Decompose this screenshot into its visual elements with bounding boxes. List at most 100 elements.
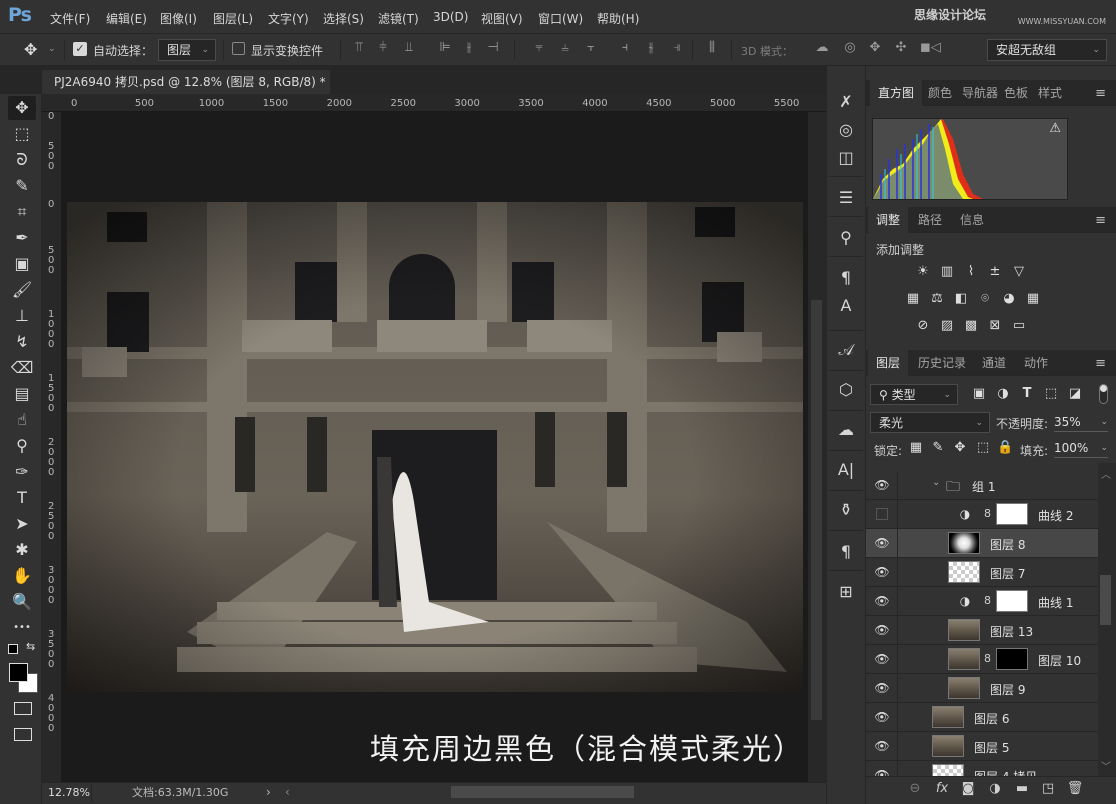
eye-icon[interactable]: 👁 bbox=[874, 623, 890, 637]
panel-menu-icon[interactable]: ≡ bbox=[1095, 356, 1106, 371]
link-icon[interactable]: 8 bbox=[984, 652, 992, 666]
properties-icon[interactable]: ☰ bbox=[833, 186, 859, 210]
3d-camera-icon[interactable]: ◼◁ bbox=[920, 41, 941, 55]
layer-name[interactable]: 曲线 1 bbox=[1038, 594, 1073, 611]
tab-channels[interactable]: 通道 bbox=[974, 350, 1014, 376]
color-balance-icon[interactable]: ⚖ bbox=[928, 291, 946, 307]
quick-select-tool[interactable]: ✎ bbox=[8, 174, 36, 198]
layer-row[interactable]: 👁↳图层 4 拷贝 bbox=[866, 761, 1098, 776]
menu-file[interactable]: 文件(F) bbox=[50, 10, 90, 27]
smudge-tool[interactable]: ☝ bbox=[8, 408, 36, 432]
layer-name[interactable]: 图层 9 bbox=[990, 681, 1025, 698]
layer-name[interactable]: 图层 8 bbox=[990, 536, 1025, 553]
layer-row[interactable]: 👁 图层 8 bbox=[866, 529, 1098, 558]
panel-menu-icon[interactable]: ≡ bbox=[1095, 213, 1106, 228]
levels-icon[interactable]: ▥ bbox=[938, 264, 956, 280]
delete-layer-icon[interactable]: 🗑 bbox=[1066, 780, 1084, 798]
align-vcenter-icon[interactable]: ⫩ bbox=[376, 41, 390, 55]
layer-row[interactable]: 👁 图层 7 bbox=[866, 558, 1098, 587]
layer-thumbnail[interactable] bbox=[948, 619, 980, 641]
layer-name[interactable]: 图层 13 bbox=[990, 623, 1033, 640]
tab-adjustments[interactable]: 调整 bbox=[868, 207, 909, 233]
link-layers-icon[interactable]: ⊖ bbox=[906, 780, 924, 798]
warning-icon[interactable]: ⚠ bbox=[1049, 121, 1061, 136]
chevron-down-icon[interactable]: ⌄ bbox=[932, 477, 940, 488]
healing-tool[interactable]: ▣ bbox=[8, 252, 36, 276]
3d-roll-icon[interactable]: ◎ bbox=[843, 41, 857, 55]
menu-3d[interactable]: 3D(D) bbox=[433, 10, 468, 24]
layer-name[interactable]: 组 1 bbox=[972, 478, 995, 495]
opacity-field[interactable]: 35% ⌄ bbox=[1054, 413, 1108, 432]
tab-histogram[interactable]: 直方图 bbox=[870, 80, 923, 106]
more-tools[interactable]: ••• bbox=[8, 616, 36, 640]
default-colors-icon[interactable] bbox=[8, 644, 18, 654]
eye-icon[interactable]: 👁 bbox=[874, 768, 890, 776]
layer-mask-thumbnail[interactable] bbox=[996, 648, 1028, 670]
layer-filter-dropdown[interactable]: ⚲ 类型 ⌄ bbox=[870, 384, 958, 405]
new-group-icon[interactable]: ▬ bbox=[1013, 780, 1031, 798]
new-adjustment-layer-icon[interactable]: ◑ bbox=[986, 780, 1004, 798]
workspace-dropdown[interactable]: 安超无敌组 ⌄ bbox=[987, 39, 1107, 61]
threshold-icon[interactable]: ▩ bbox=[962, 318, 980, 334]
layer-mask-thumbnail[interactable] bbox=[996, 503, 1028, 525]
marquee-tool[interactable]: ⬚ bbox=[8, 122, 36, 146]
show-transform-checkbox[interactable] bbox=[232, 42, 245, 55]
auto-select-target-dropdown[interactable]: 图层 ⌄ bbox=[158, 39, 216, 61]
paragraph-styles-icon[interactable]: ¶ bbox=[833, 266, 859, 290]
tab-actions[interactable]: 动作 bbox=[1016, 350, 1056, 376]
black-white-icon[interactable]: ◧ bbox=[952, 291, 970, 307]
fill-field[interactable]: 100% ⌄ bbox=[1054, 439, 1108, 458]
layer-thumbnail[interactable] bbox=[948, 677, 980, 699]
curves-icon[interactable]: ⌇ bbox=[962, 264, 980, 280]
menu-window[interactable]: 窗口(W) bbox=[538, 10, 583, 27]
clone-source-icon[interactable]: ◫ bbox=[833, 146, 859, 170]
menu-image[interactable]: 图像(I) bbox=[160, 10, 197, 27]
screen-mode-icon[interactable] bbox=[14, 728, 32, 741]
link-icon[interactable]: 8 bbox=[984, 507, 992, 521]
shape-tool[interactable]: ✱ bbox=[8, 538, 36, 562]
brush-tool[interactable]: 🖌 bbox=[8, 278, 36, 302]
eye-icon[interactable]: 👁 bbox=[874, 478, 890, 492]
layer-thumbnail[interactable] bbox=[948, 532, 980, 554]
visibility-toggle-off[interactable] bbox=[876, 508, 888, 520]
brush-settings-icon[interactable]: ◎ bbox=[833, 118, 859, 142]
3d-pan-icon[interactable]: ✥ bbox=[868, 41, 882, 55]
auto-align-icon[interactable]: ⫼ bbox=[705, 41, 719, 55]
align-bottom-icon[interactable]: ⫫ bbox=[402, 41, 416, 55]
add-mask-icon[interactable]: ◙ bbox=[959, 780, 977, 798]
lock-artboard-icon[interactable]: ⬚ bbox=[975, 440, 991, 456]
layer-name[interactable]: 图层 6 bbox=[974, 710, 1009, 727]
scroll-down-icon[interactable]: ﹀ bbox=[1101, 758, 1111, 773]
crop-tool[interactable]: ⌗ bbox=[8, 200, 36, 224]
zoom-level-field[interactable]: 12.78% bbox=[44, 784, 92, 802]
history-brush-tool[interactable]: ↯ bbox=[8, 330, 36, 354]
align-hcenter-icon[interactable]: ⫲ bbox=[462, 41, 476, 55]
pen-tool[interactable]: ✑ bbox=[8, 460, 36, 484]
type-tool[interactable]: T bbox=[8, 486, 36, 510]
distribute-vcenter-icon[interactable]: ⫨ bbox=[558, 41, 572, 55]
distribute-right-icon[interactable]: ⫣ bbox=[670, 41, 684, 55]
auto-select-checkbox[interactable]: ✓ bbox=[73, 42, 87, 56]
eye-icon[interactable]: 👁 bbox=[874, 710, 890, 724]
chevron-down-icon[interactable]: ⌄ bbox=[48, 44, 56, 54]
fx-icon[interactable]: fx bbox=[933, 780, 951, 798]
layer-mask-thumbnail[interactable] bbox=[996, 590, 1028, 612]
vibrance-icon[interactable]: ▽ bbox=[1010, 264, 1028, 280]
character-styles-icon[interactable]: A bbox=[833, 294, 859, 318]
layer-thumbnail[interactable] bbox=[932, 706, 964, 728]
layer-name[interactable]: 图层 5 bbox=[974, 739, 1009, 756]
canvas-vertical-scroll-thumb[interactable] bbox=[811, 300, 822, 720]
dodge-tool[interactable]: ⚲ bbox=[8, 434, 36, 458]
menu-help[interactable]: 帮助(H) bbox=[597, 10, 639, 27]
layer-name[interactable]: 图层 4 拷贝 bbox=[974, 768, 1037, 776]
eraser-tool[interactable]: ⌫ bbox=[8, 356, 36, 380]
lock-image-icon[interactable]: ✎ bbox=[930, 440, 946, 456]
layer-row[interactable]: 👁 图层 9 bbox=[866, 674, 1098, 703]
layer-row[interactable]: 👁 图层 5 bbox=[866, 732, 1098, 761]
filter-shape-icon[interactable]: ⬚ bbox=[1043, 386, 1059, 402]
tab-paths[interactable]: 路径 bbox=[910, 207, 950, 233]
distribute-top-icon[interactable]: ⫧ bbox=[532, 41, 546, 55]
tab-styles[interactable]: 样式 bbox=[1030, 80, 1070, 106]
link-icon[interactable]: 8 bbox=[984, 594, 992, 608]
eye-icon[interactable]: 👁 bbox=[874, 594, 890, 608]
